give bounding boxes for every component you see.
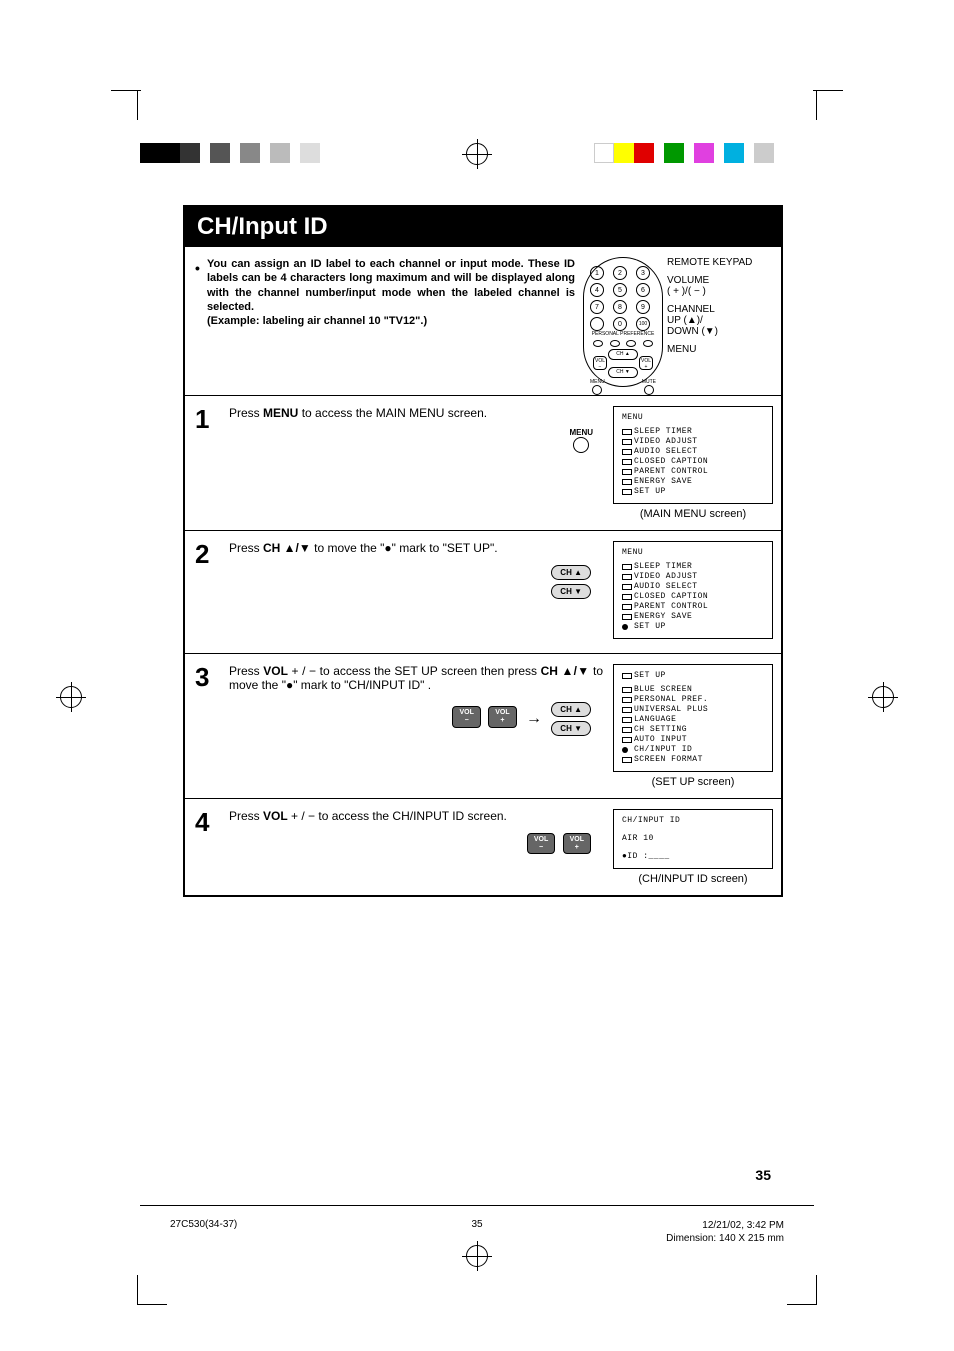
- footer: 27C530(34-37) 35 12/21/02, 3:42 PM Dimen…: [140, 1205, 814, 1265]
- menu-button-icon: [573, 437, 589, 453]
- step-3-text: Press VOL + / − to access the SET UP scr…: [229, 664, 603, 692]
- step-2-text: Press CH ▲/▼ to move the "●" mark to "SE…: [229, 541, 603, 555]
- step-3-button-graphic: VOL− VOL+ → CH ▲ CH ▼: [229, 700, 603, 738]
- ch-up-button-icon: CH ▲: [551, 702, 591, 717]
- step-4-text: Press VOL + / − to access the CH/INPUT I…: [229, 809, 603, 823]
- page-number: 35: [755, 1167, 771, 1183]
- step-1-text: Press MENU to access the MAIN MENU scree…: [229, 406, 603, 420]
- step-4-button-graphic: VOL− VOL+: [229, 831, 603, 856]
- remote-ch-down: CH ▼: [608, 367, 638, 378]
- main-menu-screen-2: MENU SLEEP TIMERVIDEO ADJUSTAUDIO SELECT…: [613, 541, 773, 639]
- step-number: 2: [195, 541, 219, 643]
- setup-screen: SET UP BLUE SCREENPERSONAL PREF.UNIVERSA…: [613, 664, 773, 772]
- remote-keypad: 123 456 789 0100: [590, 266, 656, 331]
- label-channel-down: DOWN (▼): [667, 326, 773, 337]
- step-2-button-graphic: CH ▲ CH ▼: [229, 563, 603, 601]
- step-number: 4: [195, 809, 219, 885]
- registration-mark-icon: [466, 143, 488, 165]
- vol-plus-button-icon: VOL+: [488, 706, 516, 727]
- label-volume-symbols: ( + )/( − ): [667, 286, 773, 297]
- intro-example: (Example: labeling air channel 10 "TV12"…: [207, 315, 427, 327]
- arrow-right-icon: →: [526, 710, 542, 728]
- remote-mute-button: [644, 385, 654, 395]
- manual-page: CH/Input ID • You can assign an ID label…: [183, 205, 783, 897]
- main-menu-caption: (MAIN MENU screen): [613, 508, 773, 520]
- step-1: 1 Press MENU to access the MAIN MENU scr…: [185, 396, 781, 531]
- registration-mark-icon: [60, 686, 82, 708]
- footer-meta: 12/21/02, 3:42 PM Dimension: 140 X 215 m…: [666, 1219, 784, 1245]
- remote-vol-minus: VOL−: [593, 356, 607, 370]
- remote-callouts: REMOTE KEYPAD VOLUME ( + )/( − ) CHANNEL…: [663, 257, 773, 387]
- vol-minus-button-icon: VOL−: [452, 706, 480, 727]
- intro-body: You can assign an ID label to each chann…: [207, 258, 575, 313]
- remote-ch-up: CH ▲: [608, 349, 638, 360]
- ch-down-button-icon: CH ▼: [551, 721, 591, 736]
- label-channel: CHANNEL: [667, 304, 773, 315]
- ch-down-button-icon: CH ▼: [551, 584, 591, 599]
- remote-vol-plus: VOL+: [639, 356, 653, 370]
- step-4: 4 Press VOL + / − to access the CH/INPUT…: [185, 799, 781, 895]
- label-channel-up: UP (▲)/: [667, 315, 773, 326]
- step-1-button-graphic: MENU: [229, 428, 603, 453]
- setup-caption: (SET UP screen): [613, 776, 773, 788]
- remote-diagram: 123 456 789 0100 PERSONAL PREFERENCE CH …: [583, 257, 773, 387]
- footer-filename: 27C530(34-37): [170, 1219, 237, 1230]
- step-3: 3 Press VOL + / − to access the SET UP s…: [185, 654, 781, 799]
- chinput-id-screen: CH/INPUT ID AIR 10 ●ID :____: [613, 809, 773, 869]
- remote-body: 123 456 789 0100 PERSONAL PREFERENCE CH …: [583, 257, 663, 387]
- vol-minus-button-icon: VOL−: [527, 833, 555, 854]
- color-bar-left: [140, 143, 320, 163]
- label-volume: VOLUME: [667, 275, 773, 286]
- vol-plus-button-icon: VOL+: [563, 833, 591, 854]
- step-number: 1: [195, 406, 219, 520]
- footer-page: 35: [471, 1219, 482, 1230]
- ch-up-button-icon: CH ▲: [551, 565, 591, 580]
- step-2: 2 Press CH ▲/▼ to move the "●" mark to "…: [185, 531, 781, 654]
- chinput-caption: (CH/INPUT ID screen): [613, 873, 773, 885]
- label-keypad: REMOTE KEYPAD: [667, 257, 773, 268]
- remote-menu-button: [592, 385, 602, 395]
- label-menu: MENU: [667, 344, 773, 355]
- registration-mark-icon: [872, 686, 894, 708]
- bullet-icon: •: [195, 259, 200, 277]
- menu-button-label: MENU: [569, 428, 593, 437]
- main-menu-screen: MENU SLEEP TIMERVIDEO ADJUSTAUDIO SELECT…: [613, 406, 773, 504]
- color-bar-right: [594, 143, 774, 163]
- section-title: CH/Input ID: [185, 207, 781, 247]
- intro-text: • You can assign an ID label to each cha…: [195, 257, 575, 387]
- step-number: 3: [195, 664, 219, 788]
